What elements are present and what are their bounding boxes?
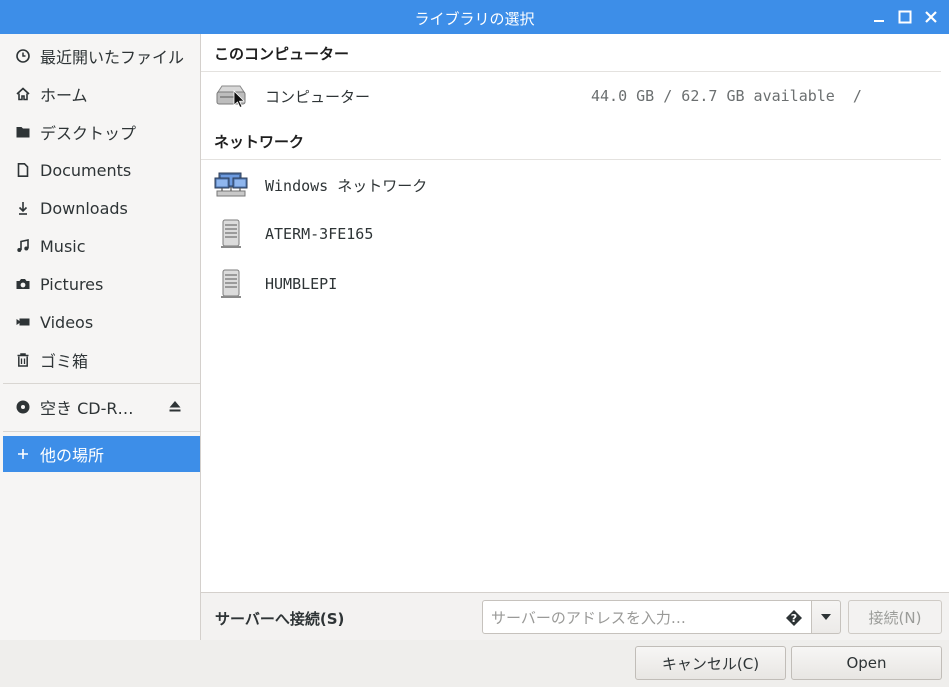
location-name: ATERM-3FE165 <box>265 225 374 243</box>
location-row-aterm[interactable]: ATERM-3FE165 <box>201 212 941 256</box>
home-icon <box>15 86 31 102</box>
network-computers-icon <box>214 170 248 200</box>
sidebar-item-label: 最近開いたファイル <box>40 48 185 67</box>
sidebar-item-home[interactable]: ホーム <box>3 76 200 112</box>
location-row-windows-network[interactable]: Windows ネットワーク <box>201 163 941 207</box>
help-icon[interactable]: ? <box>785 609 803 627</box>
trash-icon <box>15 352 31 368</box>
dialog-action-area: キャンセル(C) Open <box>0 640 949 687</box>
sidebar-item-label: Videos <box>40 312 94 332</box>
cancel-button[interactable]: キャンセル(C) <box>635 646 786 680</box>
sidebar-item-label: 空き CD-R… <box>40 399 134 418</box>
minimize-icon <box>874 20 884 22</box>
disk-usage-info: 44.0 GB / 62.7 GB available / <box>591 87 862 105</box>
minimize-button[interactable] <box>870 8 888 26</box>
sidebar-item-videos[interactable]: Videos <box>3 304 200 340</box>
sidebar-item-documents[interactable]: Documents <box>3 152 200 188</box>
camera-icon <box>15 276 31 292</box>
sidebar-item-label: 他の場所 <box>40 446 105 465</box>
server-address-input[interactable] <box>491 607 777 629</box>
connect-to-server-label: サーバーへ接続(S) <box>215 610 345 628</box>
places-sidebar: 最近開いたファイル ホーム デスクトップ Documents Downloads… <box>0 34 201 640</box>
sidebar-item-pictures[interactable]: Pictures <box>3 266 200 302</box>
sidebar-item-desktop[interactable]: デスクトップ <box>3 114 200 150</box>
server-address-field[interactable]: ? <box>482 600 812 634</box>
server-icon <box>214 269 248 299</box>
optical-disc-icon <box>15 399 31 415</box>
sidebar-item-downloads[interactable]: Downloads <box>3 190 200 226</box>
video-camera-icon <box>15 314 31 330</box>
title-bar: ライブラリの選択 <box>0 0 949 34</box>
location-name: コンピューター <box>265 87 371 106</box>
recent-clock-icon <box>15 48 31 64</box>
close-button[interactable] <box>922 8 940 26</box>
sidebar-item-label: ホーム <box>40 86 88 105</box>
section-heading-this-computer: このコンピューター <box>214 45 350 63</box>
location-row-computer[interactable]: コンピューター 44.0 GB / 62.7 GB available / <box>201 74 941 118</box>
sidebar-item-label: Documents <box>40 160 132 180</box>
sidebar-item-label: ゴミ箱 <box>40 352 89 371</box>
sidebar-item-cdr[interactable]: 空き CD-R… <box>3 389 200 425</box>
sidebar-item-trash[interactable]: ゴミ箱 <box>3 342 200 378</box>
sidebar-separator <box>3 383 200 384</box>
section-heading-network: ネットワーク <box>214 133 305 151</box>
location-row-humblepi[interactable]: HUMBLEPI <box>201 262 941 306</box>
plus-icon <box>15 446 31 462</box>
sidebar-item-recent[interactable]: 最近開いたファイル <box>3 38 200 74</box>
sidebar-item-label: Pictures <box>40 274 104 294</box>
close-icon <box>925 11 937 23</box>
connect-button[interactable]: 接続(N) <box>848 600 942 634</box>
music-note-icon <box>15 238 31 254</box>
document-icon <box>15 162 31 178</box>
window-title: ライブラリの選択 <box>414 10 535 28</box>
section-divider <box>201 159 941 160</box>
svg-text:?: ? <box>791 612 797 625</box>
sidebar-item-label: デスクトップ <box>40 124 137 143</box>
location-name: Windows ネットワーク <box>265 176 428 195</box>
hard-drive-icon <box>214 81 248 111</box>
open-button[interactable]: Open <box>791 646 942 680</box>
download-arrow-icon <box>15 200 31 216</box>
maximize-button[interactable] <box>896 8 914 26</box>
maximize-icon <box>898 10 912 24</box>
location-name: HUMBLEPI <box>265 275 338 293</box>
server-icon <box>214 219 248 249</box>
connect-to-server-bar: サーバーへ接続(S) ? 接続(N) <box>201 592 949 640</box>
sidebar-item-other-locations[interactable]: 他の場所 <box>3 436 200 472</box>
sidebar-item-label: Music <box>40 236 86 256</box>
sidebar-item-label: Downloads <box>40 198 128 218</box>
section-divider <box>201 71 941 72</box>
other-locations-view: このコンピューター コンピューター 44.0 GB / 62.7 GB avai… <box>201 34 949 592</box>
sidebar-item-music[interactable]: Music <box>3 228 200 264</box>
eject-icon[interactable] <box>168 399 182 413</box>
folder-icon <box>15 124 31 140</box>
sidebar-separator <box>3 431 200 432</box>
chevron-down-icon <box>821 614 831 620</box>
server-history-dropdown-button[interactable] <box>811 600 841 634</box>
